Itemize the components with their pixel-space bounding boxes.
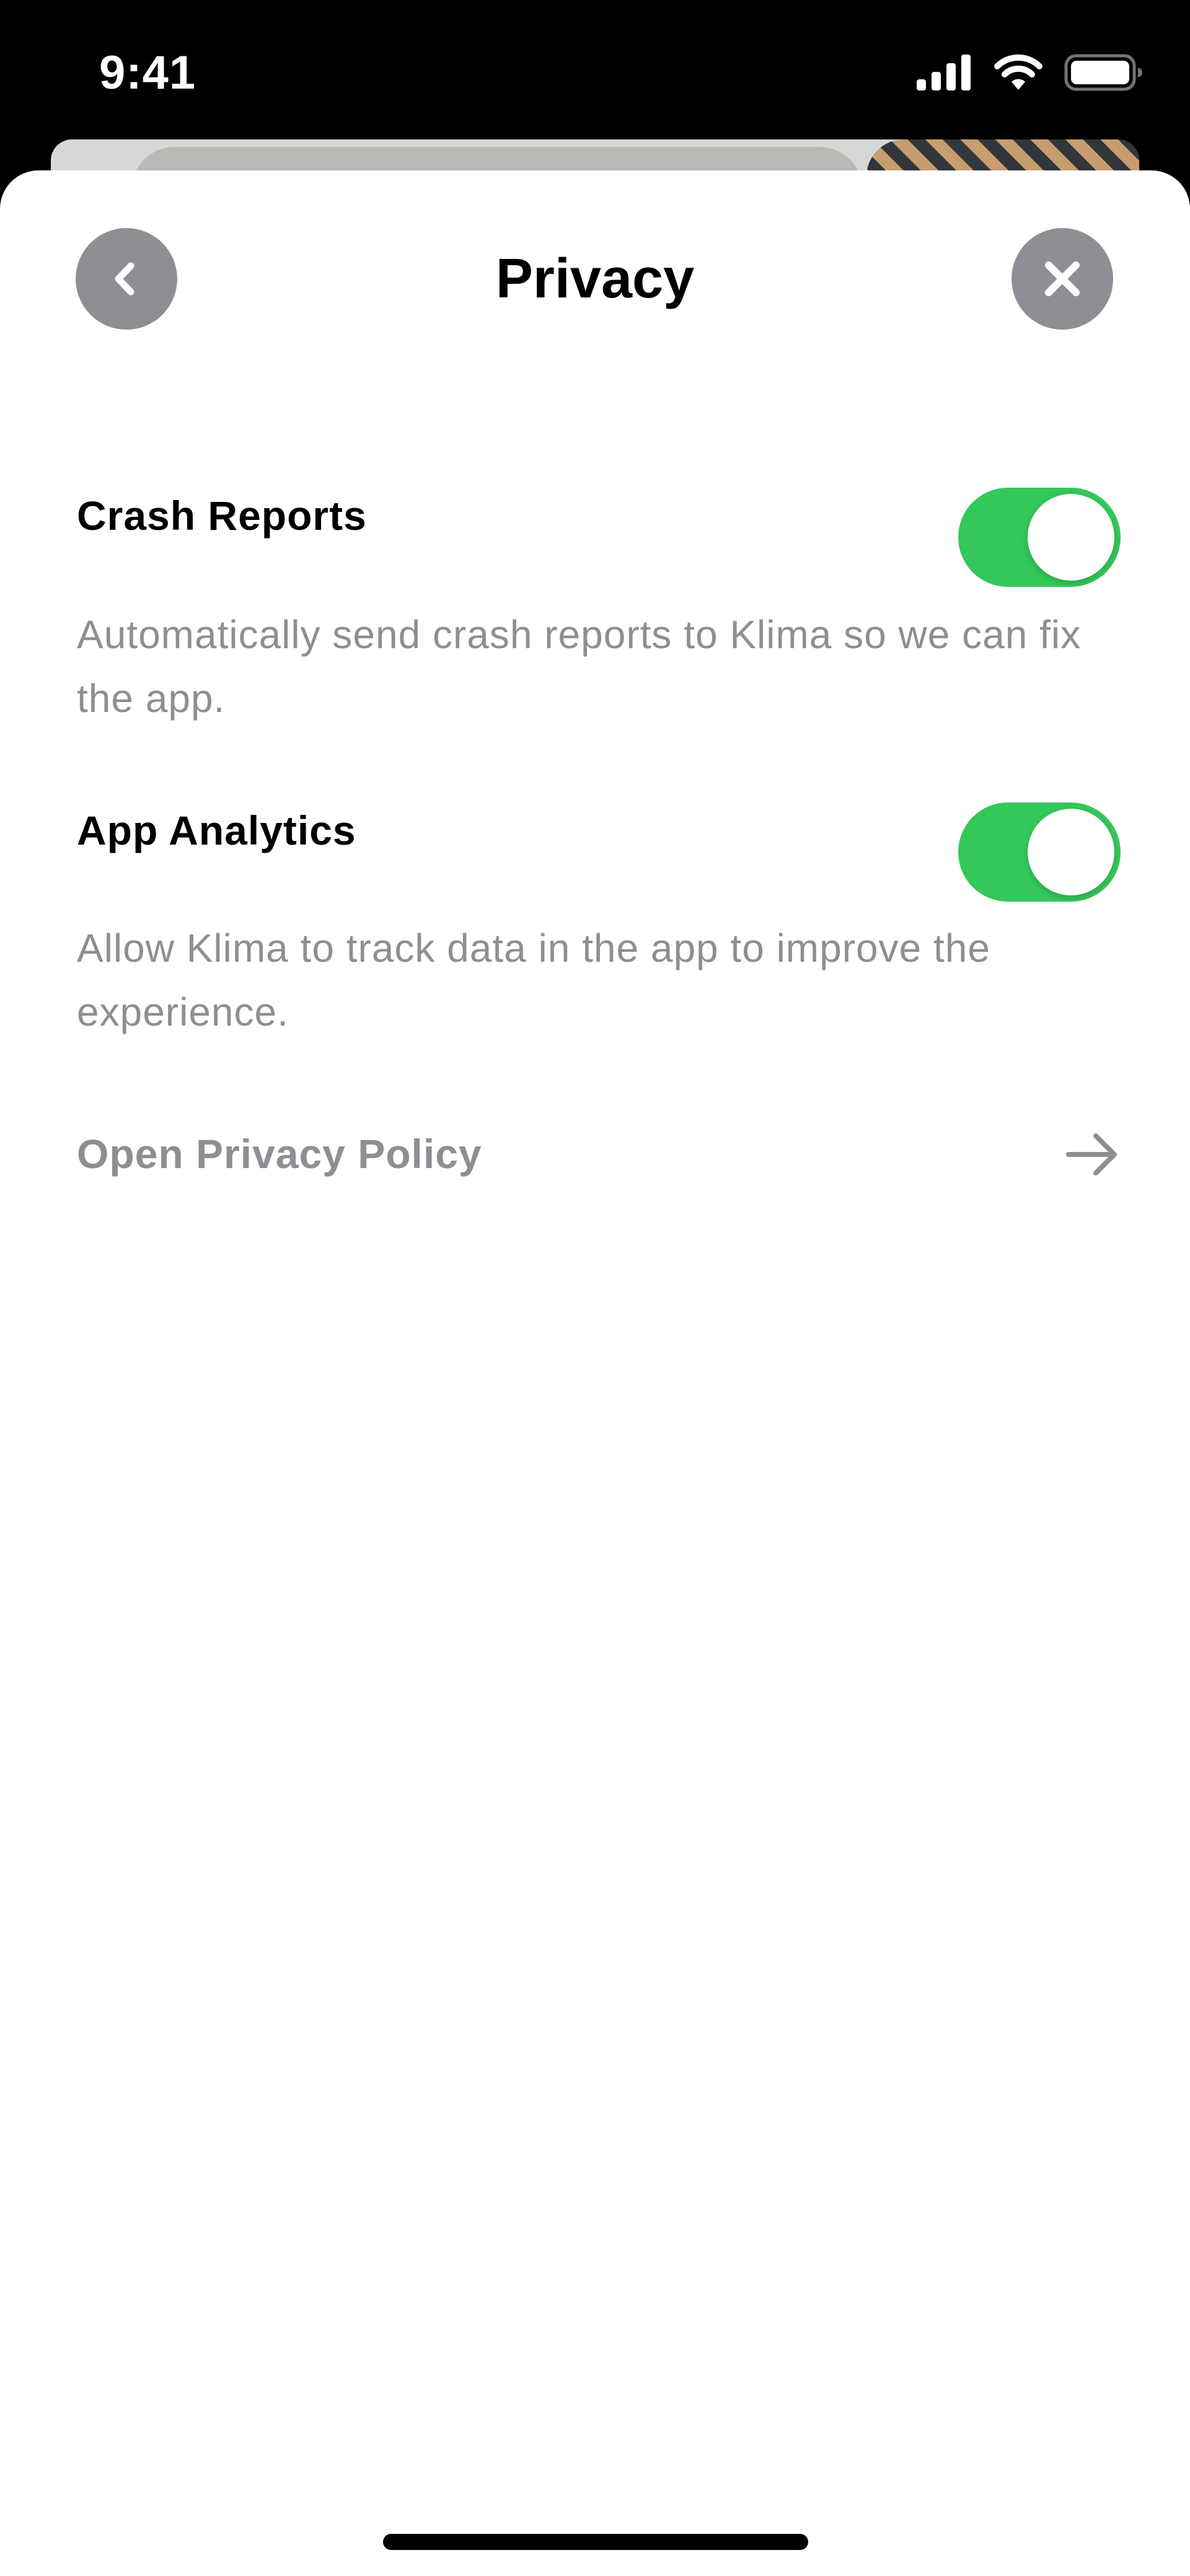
- app-analytics-description: Allow Klima to track data in the app to …: [77, 926, 990, 1034]
- crash-reports-toggle[interactable]: [958, 488, 1121, 587]
- signal-icon: [917, 55, 971, 90]
- crash-reports-description: Automatically send crash reports to Klim…: [77, 612, 1082, 721]
- status-icons: [917, 51, 1144, 94]
- screen: 9:41 Privacy Crash Reports Automatically…: [0, 0, 1190, 2576]
- close-icon: [1045, 262, 1080, 296]
- privacy-policy-label: Open Privacy Policy: [77, 1131, 482, 1177]
- status-time: 9:41: [99, 46, 196, 99]
- home-indicator: [383, 2534, 808, 2550]
- toggle-knob: [1028, 809, 1114, 895]
- app-analytics-toggle[interactable]: [958, 802, 1121, 902]
- app-analytics-title: App Analytics: [77, 807, 356, 853]
- battery-icon: [1064, 54, 1142, 91]
- arrow-right-icon: [1066, 1133, 1117, 1176]
- toggle-knob: [1028, 494, 1114, 581]
- open-privacy-policy-link[interactable]: Open Privacy Policy: [77, 1112, 1121, 1199]
- crash-reports-title: Crash Reports: [77, 493, 367, 538]
- wifi-icon: [994, 54, 1042, 90]
- close-button[interactable]: [1011, 228, 1113, 330]
- status-bar: 9:41: [0, 0, 1190, 143]
- privacy-sheet: Privacy Crash Reports Automatically send…: [0, 170, 1190, 2576]
